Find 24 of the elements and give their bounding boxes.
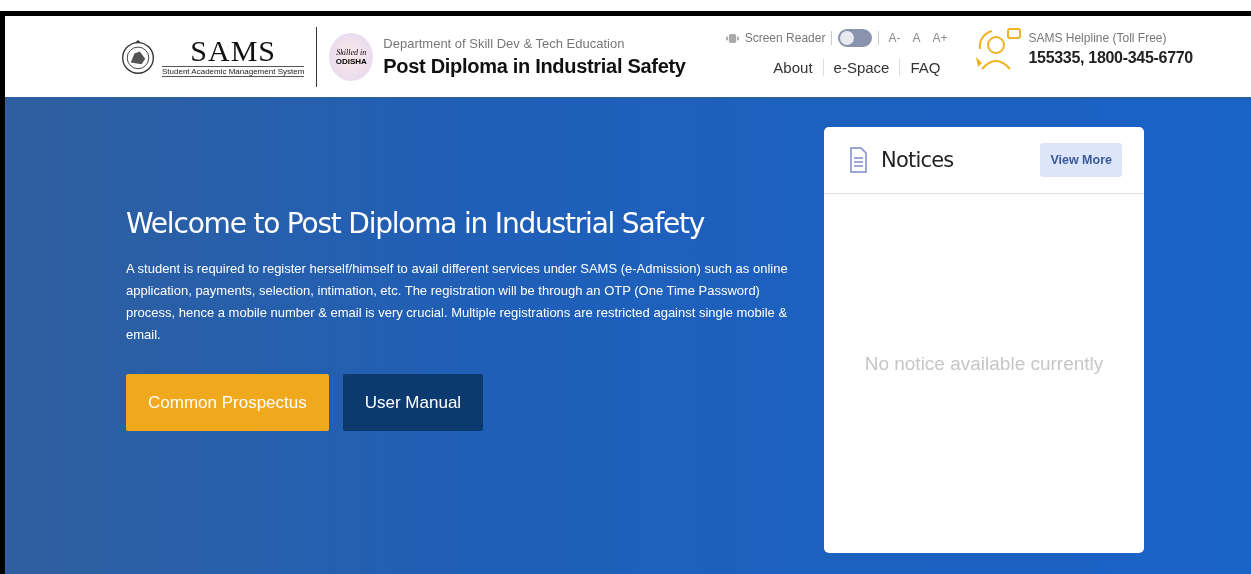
- view-more-button[interactable]: View More: [1040, 143, 1122, 177]
- logo-subtitle: Student Academic Management System: [162, 66, 305, 77]
- manual-button[interactable]: User Manual: [342, 374, 484, 431]
- notices-title: Notices: [881, 148, 955, 172]
- screen-reader-toggle[interactable]: [838, 29, 873, 47]
- sams-logo: SAMS: [190, 36, 276, 66]
- emblem-icon: [120, 38, 156, 75]
- screen-reader-label: Screen Reader: [744, 31, 826, 45]
- nav-link[interactable]: About: [763, 59, 823, 76]
- font-size-button[interactable]: A+: [929, 31, 951, 45]
- nav-link[interactable]: e-Space: [822, 59, 900, 76]
- speaker-icon: [725, 32, 739, 44]
- font-size-button[interactable]: A: [909, 31, 924, 45]
- nav-link[interactable]: FAQ: [899, 59, 951, 76]
- helpline-numbers: 155335, 1800-345-6770: [1028, 48, 1193, 67]
- hero-description: A student is required to register herself/himself to avail different services under SAMS (e-Admission) such as online application, payments, selection, intimation, etc. The registration will be through an OTP (One Time Password) process, hence a mobile number & email is very crucial. Multiple registrations are restricted against single mobile & email.: [126, 260, 789, 344]
- empty-notice-message: No notice available currently: [864, 352, 1104, 375]
- document-icon: [849, 147, 867, 173]
- font-size-button[interactable]: A-: [885, 31, 904, 45]
- helpline-label: SAMS Helpline (Toll Free): [1028, 30, 1168, 45]
- department-name: Department of Skill Dev & Tech Education: [383, 35, 626, 51]
- hero-heading: Welcome to Post Diploma in Industrial Safety: [126, 207, 706, 240]
- skilled-badge: Skilled in ODISHA: [329, 32, 374, 81]
- site-title: Post Diploma in Industrial Safety: [383, 54, 686, 78]
